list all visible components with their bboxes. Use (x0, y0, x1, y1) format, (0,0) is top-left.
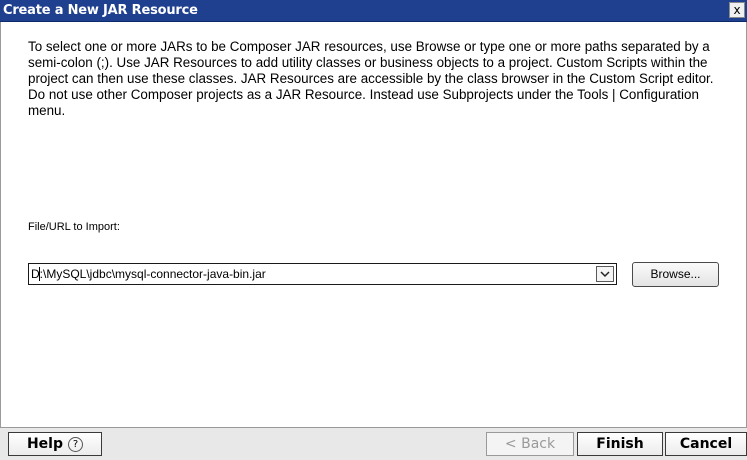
title-bar: Create a New JAR Resource x (0, 0, 747, 22)
browse-button[interactable]: Browse... (632, 262, 719, 287)
button-bar: Help? < Back Finish Cancel (0, 427, 747, 460)
close-icon: x (733, 3, 741, 17)
file-url-combobox[interactable]: D:\MySQL\jdbc\mysql-connector-java-bin.j… (28, 263, 617, 285)
finish-button[interactable]: Finish (577, 432, 663, 456)
close-button[interactable]: x (729, 2, 745, 18)
text-cursor (39, 267, 40, 281)
dropdown-button[interactable] (596, 266, 614, 282)
help-label: Help (26, 436, 64, 452)
instructions-text: To select one or more JARs to be Compose… (28, 39, 714, 118)
dialog-body: To select one or more JARs to be Compose… (0, 22, 747, 427)
cancel-button[interactable]: Cancel (665, 432, 747, 456)
file-url-input[interactable]: D:\MySQL\jdbc\mysql-connector-java-bin.j… (31, 267, 266, 281)
help-icon: ? (68, 437, 84, 452)
chevron-down-icon (600, 271, 610, 278)
window-title: Create a New JAR Resource (3, 3, 198, 18)
back-button[interactable]: < Back (486, 432, 574, 456)
file-url-label: File/URL to Import: (28, 221, 120, 233)
help-button[interactable]: Help? (8, 432, 102, 456)
